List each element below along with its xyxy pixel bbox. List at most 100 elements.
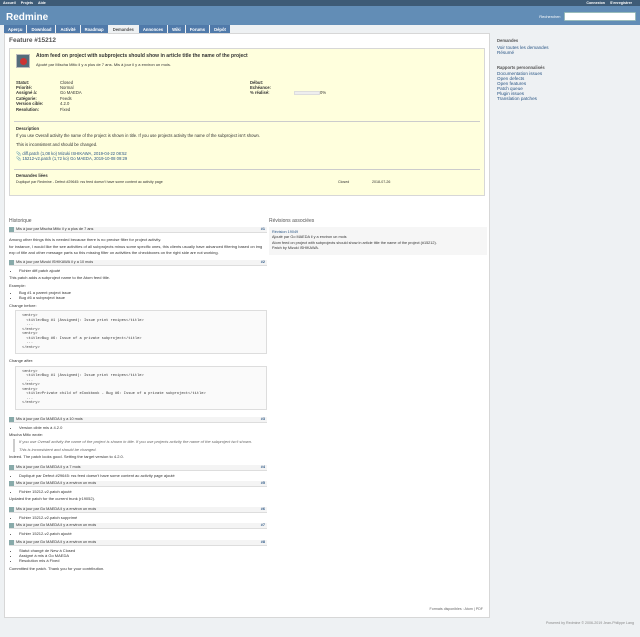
top-menu-item[interactable]: S'enregistrer xyxy=(610,1,632,5)
journal-text: for instance, I would like the see activ… xyxy=(9,244,263,255)
code-block: <entry> <title>Bug #1 (Assigned): Issue … xyxy=(15,365,267,410)
attribute-value: Fixed xyxy=(60,106,71,112)
journal-number[interactable]: #3 xyxy=(261,417,265,422)
journal-number[interactable]: #4 xyxy=(261,465,265,470)
attachments: 📎 diff.patch (1,08 ko) Mizuki ISHIKAWA, … xyxy=(16,151,484,162)
journal-detail: Fichier 15212-v2.patch supprimé xyxy=(19,515,267,520)
journal-author: Mis à jour par Go MAEDA il y a environ u… xyxy=(16,539,97,544)
revision-link[interactable]: Révision 19049 xyxy=(272,230,298,234)
sidebar-issues-title: Demandes xyxy=(497,38,519,43)
main-menu: Aperçu Download Activité Roadmap Demandes Ann… xyxy=(4,25,230,33)
journal-header: Mis à jour par Go MAEDA il y a environ u… xyxy=(9,523,267,530)
user-avatar-icon xyxy=(9,464,14,470)
journal-number[interactable]: #5 xyxy=(261,481,265,486)
journal-text: Example: xyxy=(9,282,26,288)
history: Historique Mis à jour par Mischa Mitic i… xyxy=(9,218,267,576)
issue-box: Atom feed on project with subprojects sh… xyxy=(9,47,485,196)
revision-entry: Révision 19049 Ajouté par Go MAEDA il y … xyxy=(269,226,487,255)
attributes-right: Début: Echéance:% réalisé: 0% xyxy=(250,80,326,96)
journal-body: Dupliqué par Defect #29645: rss feed doe… xyxy=(9,471,267,481)
journal-header: Mis à jour par Go MAEDA il y a environ u… xyxy=(9,507,267,513)
top-menu-item[interactable]: Projets xyxy=(21,1,33,5)
sidebar-reports-title: Rapports personnalisés xyxy=(497,64,545,70)
journal-header: Mis à jour par Go MAEDA il y a environ u… xyxy=(9,481,267,487)
journal-number[interactable]: #8 xyxy=(261,540,265,545)
top-menu-item[interactable]: Connexion xyxy=(586,1,605,5)
quote-text: If you use Overall activity the name of … xyxy=(19,439,253,445)
tab-aperçu[interactable]: Aperçu xyxy=(4,25,27,33)
journal-bullet: Bug #6 a subproject issue xyxy=(19,295,267,300)
issue-author-line: Ajouté par Mischa Mitic il y a plus de 7… xyxy=(36,61,171,67)
journal-text: This patch adds a subproject name to the… xyxy=(9,275,110,281)
progress-value: 0% xyxy=(320,90,327,96)
export-formats[interactable]: Formats disponibles : Atom | PDF xyxy=(430,607,483,612)
revision-author: Ajouté par Go MAEDA il y a environ un mo… xyxy=(272,235,347,240)
journal-text: Change after: xyxy=(9,358,34,364)
related-title: Demandes liées xyxy=(16,172,48,178)
journal-author: Mis à jour par Mischa Mitic il y a plus … xyxy=(16,226,94,231)
tab-dépôt[interactable]: Dépôt xyxy=(210,25,230,33)
journal-detail: Fichier diff.patch ajouté xyxy=(19,268,267,273)
sidebar-report-link[interactable]: Translation patches xyxy=(497,96,635,101)
journal-body: Fichier 15212-v2.patch supprimé xyxy=(9,513,267,523)
tab-activité[interactable]: Activité xyxy=(56,25,80,33)
search-area: Rechercher: xyxy=(539,12,636,21)
attribute-row: Resolution: Fixed xyxy=(16,107,82,112)
tab-download[interactable]: Download xyxy=(27,25,56,33)
tab-demandes[interactable]: Demandes xyxy=(108,25,138,33)
revision-message: Atom feed on project with subprojects sh… xyxy=(272,240,437,245)
tab-forums[interactable]: Forums xyxy=(185,25,210,33)
journal-number[interactable]: #1 xyxy=(261,227,265,232)
journal-header: Mis à jour par Mischa Mitic il y a plus … xyxy=(9,227,267,233)
journal-body: Fichier 15212-v2.patch ajouté Updated the… xyxy=(9,487,267,507)
journal-body: Among other things this is needed becaus… xyxy=(9,233,267,260)
revisions-title: Révisions associées xyxy=(269,218,315,224)
attribute-label: Resolution: xyxy=(16,106,40,112)
user-avatar-icon xyxy=(9,226,14,232)
attachment-link[interactable]: 15212-v2.patch (1,72 ko) Go MAEDA, 2019-… xyxy=(22,156,127,161)
journal-body: Version cible mis à 4.2.0 Mischa Mitic wr… xyxy=(9,423,267,465)
tab-annonces[interactable]: Annonces xyxy=(138,25,168,33)
attribute-label: % réalisé: xyxy=(250,90,270,96)
progress-bar xyxy=(294,91,320,96)
description-text-2: This is inconsistent and should be chang… xyxy=(16,142,98,148)
tab-wiki[interactable]: Wiki xyxy=(168,25,185,33)
journal-number[interactable]: #7 xyxy=(261,523,265,528)
top-menu-item[interactable]: Accueil xyxy=(3,1,16,5)
attributes-left: Statut: Closed Priorité: Normal Assigné à: Go… xyxy=(16,80,82,112)
attachment-item: 📎 15212-v2.patch (1,72 ko) Go MAEDA, 201… xyxy=(16,156,484,162)
user-avatar-icon xyxy=(9,481,14,486)
user-avatar-icon xyxy=(9,416,14,422)
attachment-link[interactable]: diff.patch (1,08 ko) Mizuki ISHIKAWA, 20… xyxy=(22,151,126,156)
journal-author: Mis à jour par Go MAEDA il y a 10 mois xyxy=(16,416,83,421)
journal-author: Mis à jour par Go MAEDA il y a 7 mois xyxy=(16,464,81,469)
issue-heading: Feature #15212 xyxy=(9,37,56,44)
journal-text: Change before: xyxy=(9,302,37,308)
description: Description If you use Overall activity … xyxy=(16,126,484,162)
related-date: 2018-07-26 xyxy=(372,180,391,185)
quote-text: This is inconsistent and should be chang… xyxy=(19,446,97,452)
header: Redmine Rechercher: xyxy=(0,6,640,25)
author-avatar xyxy=(16,53,30,68)
search-input[interactable] xyxy=(564,12,636,21)
history-title: Historique xyxy=(9,218,32,224)
user-avatar-icon xyxy=(9,506,14,512)
associated-revisions: Révisions associées Révision 19049 Ajout… xyxy=(269,218,487,257)
journal-number[interactable]: #6 xyxy=(261,507,265,512)
related-issue-link[interactable]: Dupliqué par Redmine - Defect #29645: rs… xyxy=(16,180,338,185)
issue-subject: Atom feed on project with subprojects sh… xyxy=(36,52,248,59)
top-menu-item[interactable]: Aide xyxy=(38,1,46,5)
tab-roadmap[interactable]: Roadmap xyxy=(80,25,108,33)
site-title[interactable]: Redmine xyxy=(6,11,48,25)
footer: Powered by Redmine © 2006-2019 Jean-Phil… xyxy=(546,621,634,625)
journal-author: Mis à jour par Go MAEDA il y a environ u… xyxy=(16,480,97,485)
journal-detail: Resolution mis à Fixed xyxy=(19,558,267,563)
journal-text: Mischa Mitic wrote: xyxy=(9,432,44,438)
related-status: Closed xyxy=(338,180,350,185)
user-avatar-icon xyxy=(9,539,14,545)
journal-number[interactable]: #2 xyxy=(261,260,265,265)
journal-author: Mis à jour par Go MAEDA il y a environ u… xyxy=(16,506,97,511)
journal-detail: Dupliqué par Defect #29645: rss feed doe… xyxy=(19,473,267,478)
journal-header: Mis à jour par Go MAEDA il y a 7 mois #4 xyxy=(9,465,267,471)
attribute-row: % réalisé: 0% xyxy=(250,90,327,96)
